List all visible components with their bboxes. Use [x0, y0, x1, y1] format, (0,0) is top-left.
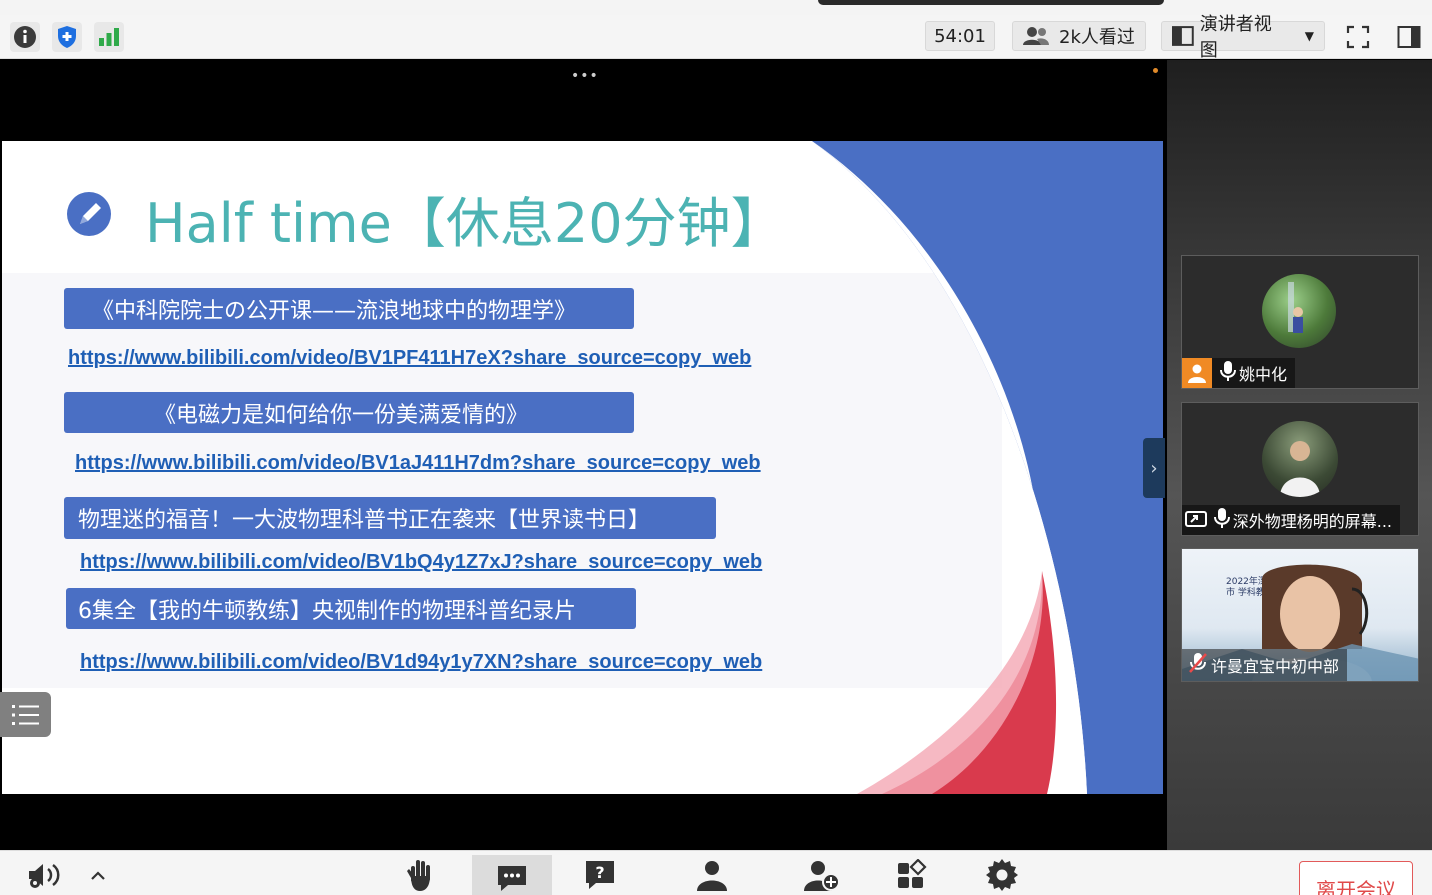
- viewer-count-text: 2k人看过: [1059, 27, 1135, 48]
- resource-title-1: 《中科院院士の公开课——流浪地球中的物理学》: [64, 288, 634, 329]
- participant-tile-3[interactable]: 2022年深圳市 学科教师 许曼宜宝中初中部: [1181, 548, 1419, 682]
- avatar: [1262, 421, 1338, 497]
- chevron-up-icon[interactable]: [80, 857, 116, 893]
- sidebar-toggle-icon[interactable]: [1394, 22, 1424, 52]
- participant-name: 深外物理杨明的屏幕...: [1232, 512, 1392, 531]
- microphone-icon: [1213, 508, 1230, 532]
- resource-title-4: 6集全【我的牛顿教练】央视制作的物理科普纪录片: [66, 588, 636, 629]
- people-icon: [1023, 27, 1049, 45]
- invite-icon[interactable]: [802, 857, 842, 893]
- list-icon: [11, 704, 39, 725]
- resource-link-1[interactable]: https://www.bilibili.com/video/BV1PF411H…: [68, 347, 751, 370]
- info-icon[interactable]: [10, 22, 40, 52]
- participant-name: 许曼宜宝中初中部: [1211, 657, 1340, 676]
- window-drag-handle[interactable]: [818, 0, 1164, 5]
- signal-strength-icon[interactable]: [94, 22, 124, 52]
- screen-share-icon: [1182, 511, 1210, 529]
- participant-name: 姚中化: [1239, 365, 1288, 384]
- participant-name-bar: 许曼宜宝中初中部: [1182, 649, 1348, 681]
- meeting-app: 54:01 2k人看过 演讲者视图 ▼ ••• Half time【休息20分钟…: [0, 0, 1432, 895]
- leave-meeting-button[interactable]: 离开会议: [1299, 861, 1413, 895]
- view-mode-text: 演讲者视图: [1199, 14, 1272, 61]
- pencil-badge-icon: [67, 192, 111, 236]
- top-toolbar: 54:01 2k人看过 演讲者视图 ▼: [0, 14, 1432, 61]
- slide-list-button[interactable]: [0, 692, 51, 737]
- participant-name-bar: 姚中化: [1182, 358, 1296, 388]
- meeting-timer: 54:01: [925, 21, 995, 51]
- resource-link-4[interactable]: https://www.bilibili.com/video/BV1d94y1y…: [80, 651, 762, 674]
- chat-button[interactable]: [472, 855, 552, 895]
- presentation-slide: Half time【休息20分钟】 《中科院院士の公开课——流浪地球中的物理学》…: [2, 141, 1163, 794]
- resource-link-2[interactable]: https://www.bilibili.com/video/BV1aJ411H…: [75, 452, 761, 475]
- resource-title-3: 物理迷的福音！一大波物理科普书正在袭来【世界读书日】: [64, 497, 716, 539]
- participant-name-bar: 深外物理杨明的屏幕...: [1182, 505, 1400, 535]
- settings-gear-icon[interactable]: [982, 857, 1022, 893]
- microphone-muted-icon: [1188, 653, 1208, 677]
- slide-title: Half time【休息20分钟】: [145, 192, 785, 255]
- participants-icon[interactable]: [692, 857, 732, 893]
- layout-icon: [1172, 26, 1194, 46]
- bottom-toolbar: ? 离开会议: [0, 850, 1432, 895]
- viewer-count[interactable]: 2k人看过: [1012, 21, 1146, 51]
- question-icon[interactable]: ?: [580, 857, 620, 893]
- chat-icon: [498, 865, 526, 891]
- recording-indicator-icon: [1153, 68, 1158, 73]
- security-shield-icon[interactable]: [52, 22, 82, 52]
- participant-tile-1[interactable]: 姚中化: [1181, 255, 1419, 389]
- chevron-down-icon: ▼: [1304, 29, 1314, 43]
- microphone-icon: [1220, 361, 1236, 385]
- raise-hand-icon[interactable]: [400, 857, 440, 893]
- apps-icon[interactable]: [892, 857, 932, 893]
- participant-tile-2[interactable]: 深外物理杨明的屏幕...: [1181, 402, 1419, 536]
- svg-text:?: ?: [595, 863, 604, 882]
- more-options-icon[interactable]: •••: [571, 68, 599, 84]
- fullscreen-icon[interactable]: [1343, 22, 1373, 52]
- view-mode-dropdown[interactable]: 演讲者视图 ▼: [1161, 14, 1325, 61]
- person-icon: [1182, 358, 1212, 388]
- avatar: [1262, 274, 1336, 348]
- collapse-panel-button[interactable]: ›: [1143, 438, 1165, 498]
- chevron-right-icon: ›: [1150, 457, 1158, 479]
- meeting-timer-text: 54:01: [934, 25, 986, 47]
- resource-title-2: 《电磁力是如何给你一份美满爱情的》: [64, 392, 634, 433]
- resource-link-3[interactable]: https://www.bilibili.com/video/BV1bQ4y1Z…: [80, 551, 762, 574]
- audio-settings-icon[interactable]: [26, 857, 66, 893]
